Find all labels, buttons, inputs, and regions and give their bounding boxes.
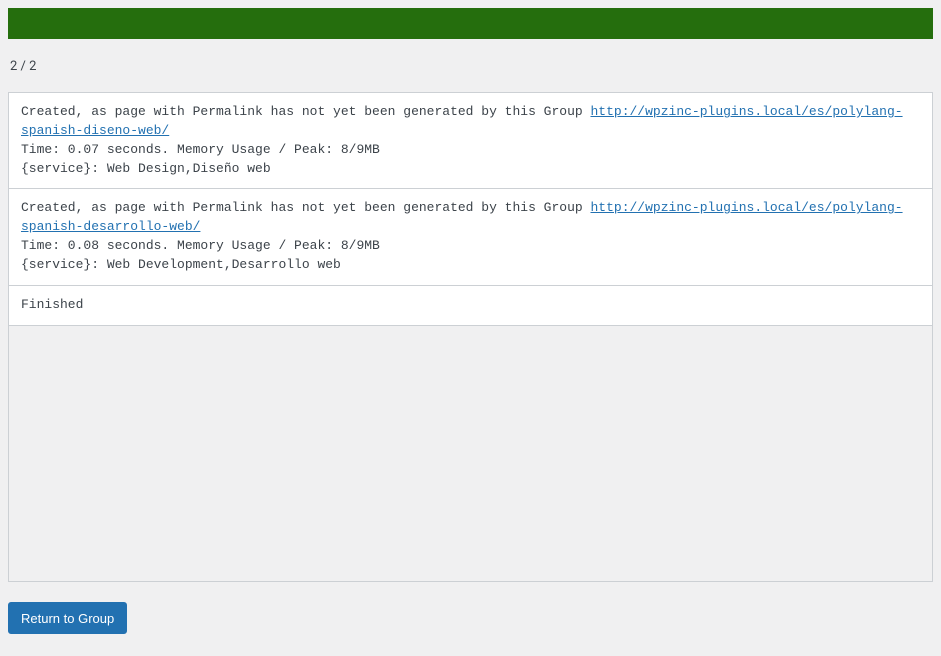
progress-counter: 2 / 2	[10, 59, 933, 74]
log-message-prefix: Created, as page with Permalink has not …	[21, 104, 591, 119]
log-service-line: {service}: Web Design,Diseño web	[21, 160, 920, 179]
log-finished-text: Finished	[21, 296, 920, 315]
log-time-line: Time: 0.08 seconds. Memory Usage / Peak:…	[21, 237, 920, 256]
log-finished-entry: Finished	[9, 286, 932, 326]
log-container[interactable]: Created, as page with Permalink has not …	[8, 92, 933, 582]
progress-bar	[8, 8, 933, 39]
return-to-group-button[interactable]: Return to Group	[8, 602, 127, 634]
log-time-line: Time: 0.07 seconds. Memory Usage / Peak:…	[21, 141, 920, 160]
log-message-prefix: Created, as page with Permalink has not …	[21, 200, 591, 215]
log-entry: Created, as page with Permalink has not …	[9, 93, 932, 189]
log-entry: Created, as page with Permalink has not …	[9, 189, 932, 285]
log-service-line: {service}: Web Development,Desarrollo we…	[21, 256, 920, 275]
log-empty-area	[9, 326, 932, 582]
